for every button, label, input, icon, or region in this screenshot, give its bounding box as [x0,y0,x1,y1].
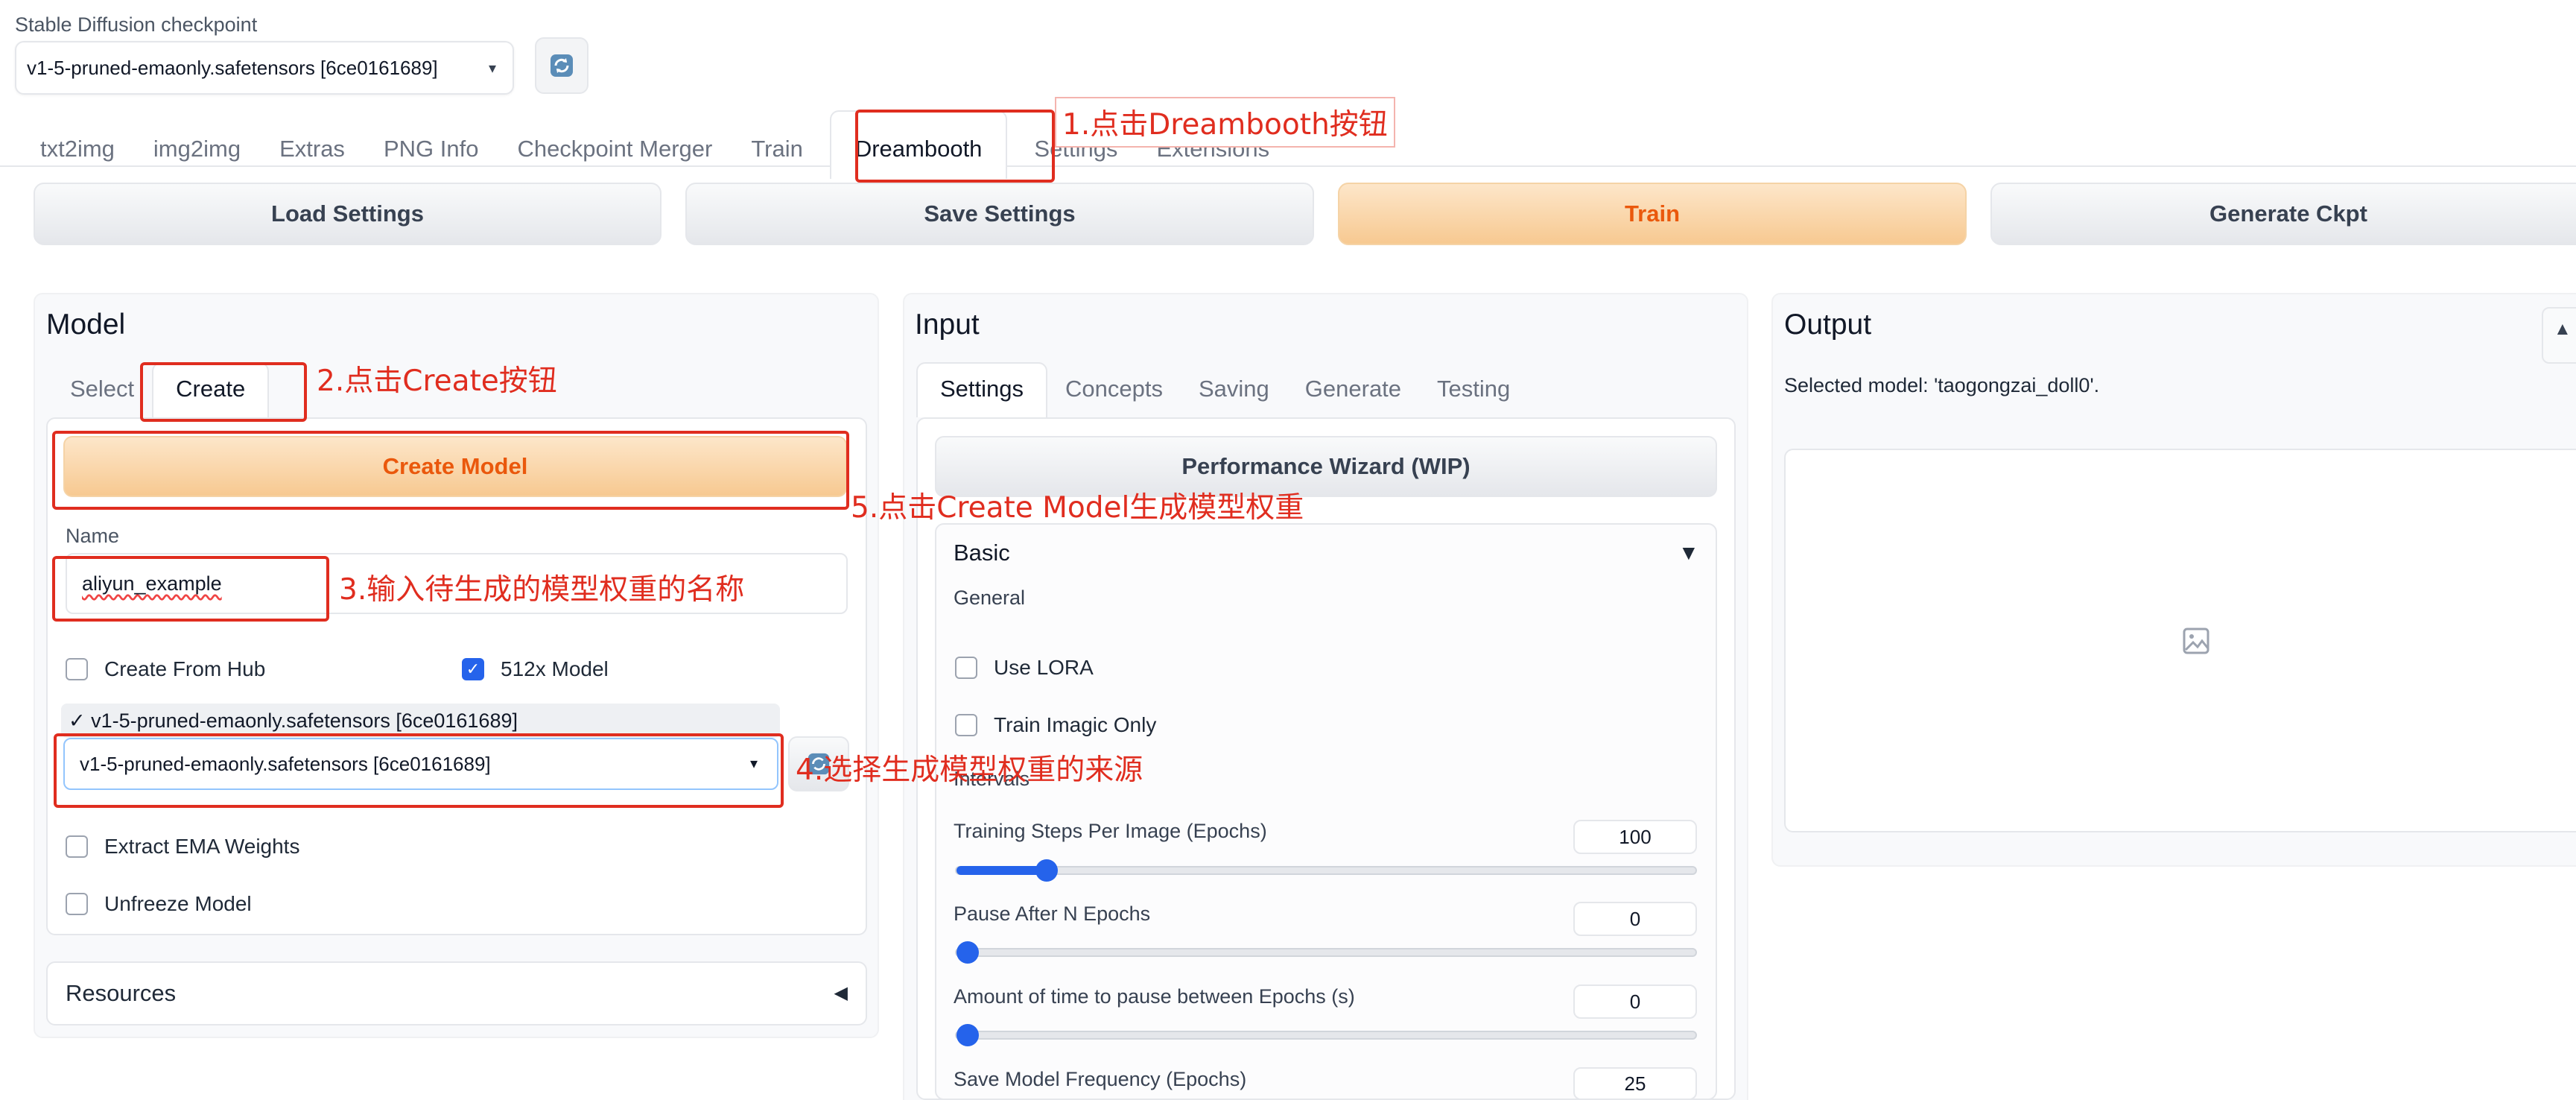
train-imagic-label: Train Imagic Only [994,713,1157,736]
checkbox-box [66,658,88,680]
tab-img2img[interactable]: img2img [134,110,260,179]
create-from-hub-checkbox[interactable]: Create From Hub [66,657,265,681]
train-imagic-checkbox[interactable]: Train Imagic Only [955,713,1156,737]
annotation-step2: 2.点击Create按钮 [317,364,557,398]
resources-accordion[interactable]: Resources ◀ [46,961,867,1025]
annotation-box-source [54,733,784,808]
tab-txt2img[interactable]: txt2img [21,110,134,179]
slider-label: Amount of time to pause between Epochs (… [954,985,1355,1008]
slider-fill [957,866,1047,875]
basic-label[interactable]: Basic [954,540,1010,566]
output-image-area [1784,449,2576,832]
tab-input-settings[interactable]: Settings [916,362,1048,417]
load-settings-button[interactable]: Load Settings [34,183,662,245]
annotation-box-dreambooth [855,110,1055,183]
save-frequency-input[interactable]: 25 [1573,1067,1697,1100]
scroll-top-button[interactable]: ▲ [2542,307,2576,364]
slider-thumb[interactable] [957,1024,979,1046]
checkbox-box [955,714,977,736]
expand-arrow-icon[interactable]: ▼ [1678,541,1699,565]
checkpoint-dropdown[interactable]: v1-5-pruned-emaonly.safetensors [6ce0161… [15,41,514,95]
arrow-up-icon: ▲ [2554,319,2572,339]
refresh-checkpoint-button[interactable] [535,37,589,94]
slider-thumb[interactable] [1035,859,1058,882]
tab-train[interactable]: Train [732,110,822,179]
general-label: General [954,587,1026,609]
selected-model-text: Selected model: 'taogongzai_doll0'. [1784,374,2100,396]
pause-time-slider[interactable] [955,1024,1697,1046]
tab-testing[interactable]: Testing [1419,362,1528,417]
slider-thumb[interactable] [957,941,979,964]
extract-ema-checkbox[interactable]: Extract EMA Weights [66,835,299,859]
tab-extras[interactable]: Extras [260,110,364,179]
annotation-step3: 3.输入待生成的模型权重的名称 [339,573,745,607]
pause-epochs-input[interactable]: 0 [1573,902,1697,936]
chevron-down-icon: ▾ [488,60,496,77]
checkbox-box [955,657,977,679]
tab-select[interactable]: Select [52,362,152,417]
slider-label: Save Model Frequency (Epochs) [954,1068,1247,1090]
create-from-hub-label: Create From Hub [104,657,266,680]
annotation-step1: 1.点击Dreambooth按钮 [1055,97,1395,148]
extract-ema-label: Extract EMA Weights [104,835,300,858]
unfreeze-model-checkbox[interactable]: Unfreeze Model [66,892,252,916]
name-label: Name [66,525,120,547]
use-lora-label: Use LORA [994,656,1094,679]
tab-checkpoint-merger[interactable]: Checkpoint Merger [498,110,732,179]
checkmark-icon: ✓ [462,658,484,680]
resources-label: Resources [66,980,177,1006]
generate-ckpt-button[interactable]: Generate Ckpt [1990,183,2576,245]
annotation-box-create [140,362,307,422]
image-placeholder-icon [2181,626,2211,660]
annotation-step4: 4.选择生成模型权重的来源 [796,753,1143,787]
checkpoint-label: Stable Diffusion checkpoint [15,13,258,36]
annotation-box-create-model [52,431,849,510]
512x-model-checkbox[interactable]: ✓ 512x Model [462,657,609,681]
refresh-icon [551,54,573,77]
model-panel-title: Model [46,309,126,341]
tab-png-info[interactable]: PNG Info [364,110,498,179]
train-button[interactable]: Train [1338,183,1967,245]
slider-label: Training Steps Per Image (Epochs) [954,820,1267,842]
collapse-arrow-icon: ◀ [834,983,848,1003]
save-settings-button[interactable]: Save Settings [685,183,1314,245]
pause-time-input[interactable]: 0 [1573,984,1697,1019]
use-lora-checkbox[interactable]: Use LORA [955,656,1094,680]
training-steps-input[interactable]: 100 [1573,820,1697,854]
annotation-box-name [52,556,329,622]
input-subtabs: Settings Concepts Saving Generate Testin… [916,362,1528,417]
training-steps-slider[interactable] [955,859,1697,882]
pause-epochs-slider[interactable] [955,941,1697,964]
tab-concepts[interactable]: Concepts [1047,362,1181,417]
checkbox-box [66,835,88,858]
checkbox-box [66,893,88,915]
tab-generate[interactable]: Generate [1287,362,1419,417]
output-panel-title: Output [1784,309,1872,341]
checkpoint-value: v1-5-pruned-emaonly.safetensors [6ce0161… [27,56,438,79]
512x-model-label: 512x Model [501,657,609,680]
input-panel-title: Input [915,309,980,341]
tab-saving[interactable]: Saving [1181,362,1287,417]
unfreeze-model-label: Unfreeze Model [104,892,252,915]
slider-label: Pause After N Epochs [954,903,1151,925]
annotation-step5: 5.点击Create Model生成模型权重 [851,491,1304,525]
